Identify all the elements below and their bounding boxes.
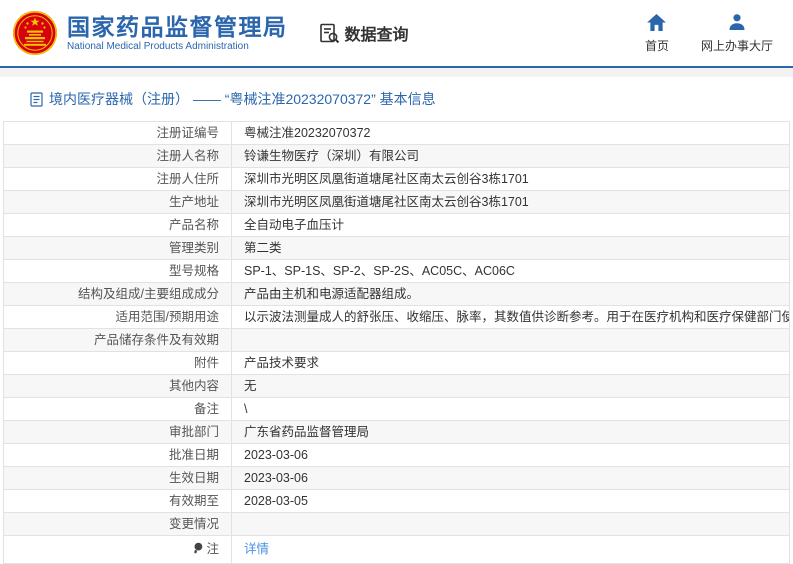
row-label: 审批部门 [3, 420, 232, 444]
row-label: 备注 [3, 397, 232, 421]
nav-home[interactable]: 首页 [645, 12, 669, 54]
row-value: 产品由主机和电源适配器组成。 [231, 282, 790, 306]
nav-hall-label: 网上办事大厅 [700, 39, 773, 53]
row-value: 2023-03-06 [231, 466, 790, 490]
user-icon [728, 12, 746, 31]
row-label: 生产地址 [3, 190, 232, 214]
row-value: 产品技术要求 [231, 351, 790, 375]
org-name-en: National Medical Products Administration [67, 41, 249, 53]
org-name-cn: 国家药品监督管理局 [67, 13, 288, 40]
row-value [231, 328, 790, 352]
row-value: 广东省药品监督管理局 [231, 420, 790, 444]
table-row: 生产地址 深圳市光明区凤凰街道塘尾社区南太云创谷3栋1701 [3, 190, 790, 214]
row-label: 注册证编号 [3, 121, 232, 145]
row-label: 生效日期 [3, 466, 232, 490]
registration-info-table: 注册证编号 粤械注准20232070372 注册人名称 铃谦生物医疗（深圳）有限公司注… [3, 121, 790, 564]
home-icon [647, 12, 667, 31]
table-row: 适用范围/预期用途 以示波法测量成人的舒张压、收缩压、脉率，其数值供诊断参考。用于… [3, 305, 790, 329]
nav-home-label: 首页 [644, 39, 669, 53]
table-row: 注详情 [3, 535, 790, 564]
row-value: 全自动电子血压计 [231, 213, 790, 237]
data-query-icon [318, 22, 345, 45]
row-label: 产品储存条件及有效期 [3, 328, 232, 352]
table-row: 注册人住所 深圳市光明区凤凰街道塘尾社区南太云创谷3栋1701 [3, 167, 790, 191]
table-row: 结构及组成/主要组成成分 产品由主机和电源适配器组成。 [3, 282, 790, 306]
page-title: 境内医疗器械（注册） —— “粤械注准20232070372” 基本信息 [49, 91, 436, 107]
row-label: 注册人名称 [3, 144, 232, 168]
table-row: 变更情况 [3, 512, 790, 536]
row-label: 批准日期 [3, 443, 232, 467]
header-divider-strip [0, 68, 793, 77]
row-value: 2023-03-06 [231, 443, 790, 467]
table-row: 有效期至 2028-03-05 [3, 489, 790, 513]
row-value: 详情 [231, 535, 790, 564]
row-label: 产品名称 [3, 213, 232, 237]
table-row: 产品名称 全自动电子血压计 [3, 213, 790, 237]
table-row: 管理类别 第二类 [3, 236, 790, 260]
row-value: \ [231, 397, 790, 421]
row-label: 适用范围/预期用途 [3, 305, 232, 329]
site-header: 国家药品监督管理局 National Medical Products Admi… [0, 0, 793, 68]
row-value: 2028-03-05 [231, 489, 790, 513]
row-label: 注 [3, 535, 232, 564]
table-row: 附件 产品技术要求 [3, 351, 790, 375]
row-label: 附件 [3, 351, 232, 375]
document-icon [30, 91, 43, 107]
row-value: 铃谦生物医疗（深圳）有限公司 [231, 144, 790, 168]
row-value: 深圳市光明区凤凰街道塘尾社区南太云创谷3栋1701 [231, 190, 790, 214]
row-value [231, 512, 790, 536]
row-label: 有效期至 [3, 489, 232, 513]
data-query-menu[interactable]: 数据查询 [318, 21, 409, 45]
row-value: 深圳市光明区凤凰街道塘尾社区南太云创谷3栋1701 [231, 167, 790, 191]
detail-link[interactable]: 详情 [244, 542, 269, 556]
table-row: 型号规格 SP-1、SP-1S、SP-2、SP-2S、AC05C、AC06C [3, 259, 790, 283]
table-row: 产品储存条件及有效期 [3, 328, 790, 352]
table-row: 批准日期 2023-03-06 [3, 443, 790, 467]
org-title-block: 国家药品监督管理局 National Medical Products Admi… [67, 14, 288, 52]
note-icon [193, 542, 203, 558]
nav-online-hall[interactable]: 网上办事大厅 [701, 12, 773, 54]
header-nav: 首页 网上办事大厅 [645, 12, 773, 54]
row-label: 注册人住所 [3, 167, 232, 191]
table-row: 注册证编号 粤械注准20232070372 [3, 121, 790, 145]
table-row: 生效日期 2023-03-06 [3, 466, 790, 490]
table-row: 审批部门 广东省药品监督管理局 [3, 420, 790, 444]
row-label: 其他内容 [3, 374, 232, 398]
row-label: 管理类别 [3, 236, 232, 260]
row-value: 粤械注准20232070372 [231, 121, 790, 145]
table-row: 其他内容无 [3, 374, 790, 398]
row-value: 以示波法测量成人的舒张压、收缩压、脉率，其数值供诊断参考。用于在医疗机构和医疗保… [231, 305, 790, 329]
row-value: 无 [231, 374, 790, 398]
national-emblem-logo [12, 10, 58, 56]
table-row: 备注 \ [3, 397, 790, 421]
row-label: 变更情况 [3, 512, 232, 536]
row-label: 结构及组成/主要组成成分 [3, 282, 232, 306]
row-value: 第二类 [231, 236, 790, 260]
breadcrumb: 境内医疗器械（注册） —— “粤械注准20232070372” 基本信息 [0, 77, 793, 120]
data-query-label: 数据查询 [344, 27, 409, 44]
row-label: 型号规格 [3, 259, 232, 283]
row-value: SP-1、SP-1S、SP-2、SP-2S、AC05C、AC06C [231, 259, 790, 283]
table-row: 注册人名称 铃谦生物医疗（深圳）有限公司 [3, 144, 790, 168]
